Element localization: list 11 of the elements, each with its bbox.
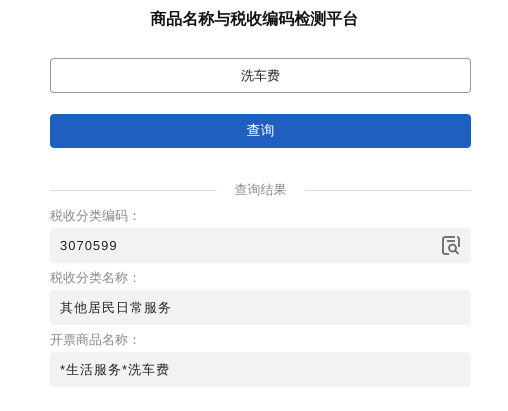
search-field[interactable]: 洗车费 xyxy=(50,58,471,93)
field-label: 开票商品名称： xyxy=(50,331,142,349)
search-icon[interactable] xyxy=(441,235,461,256)
section-heading: 查询结果 xyxy=(234,181,286,199)
field-value: *生活服务*洗车费 xyxy=(60,360,170,378)
field-value: 其他居民日常服务 xyxy=(60,298,172,316)
page-title: 商品名称与税收编码检测平台 xyxy=(150,10,358,30)
field-label: 税收分类编码： xyxy=(50,207,142,225)
field-value: 3070599 xyxy=(60,238,118,253)
query-button[interactable]: 查询 xyxy=(50,114,471,148)
field-label: 税收分类名称： xyxy=(50,269,142,287)
